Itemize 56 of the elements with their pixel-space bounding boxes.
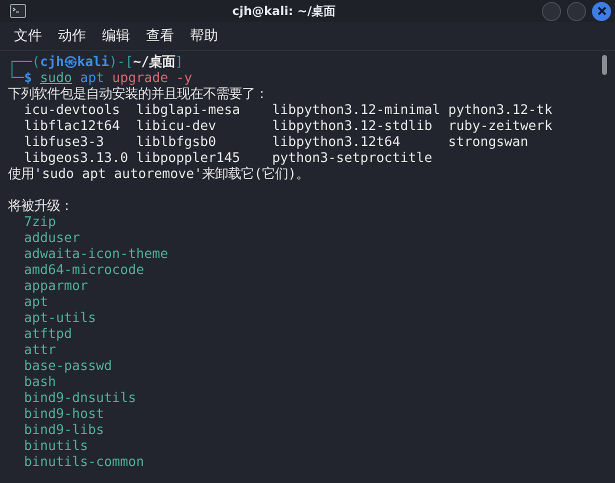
- output-text: 使用'sudo apt autoremove'来卸载它(它们)。: [8, 167, 310, 183]
- package-name: libpython3.12-minimal: [272, 103, 442, 119]
- output-text: 将被升级：: [8, 199, 73, 215]
- package-name: libpython3.12t64: [272, 135, 402, 151]
- menu-item[interactable]: 帮助: [190, 27, 218, 45]
- prompt-path: ~/桌面: [133, 55, 176, 71]
- menu-item[interactable]: 动作: [58, 27, 86, 45]
- command-word: sudo: [40, 71, 72, 87]
- output-text: 下列软件包是自动安装的并且现在不需要了：: [8, 87, 268, 103]
- prompt-dollar: $: [24, 71, 32, 87]
- prompt-frame: ┌──(: [8, 55, 40, 71]
- prompt-symbol: ㉿: [64, 55, 78, 71]
- package-name: libfuse3-3: [24, 135, 106, 151]
- close-icon: [596, 6, 606, 16]
- package-name: libpoppler145: [136, 151, 240, 167]
- prompt-host: kali: [77, 55, 110, 71]
- package-name: binutils: [24, 439, 88, 455]
- package-name: amd64-microcode: [24, 263, 144, 279]
- terminal-icon: [10, 4, 26, 18]
- package-name: attr: [24, 343, 56, 359]
- package-name: libpython3.12-stdlib: [272, 119, 434, 135]
- command-word: upgrade -y: [112, 71, 192, 86]
- menu-item[interactable]: 编辑: [102, 27, 130, 45]
- window-title: cjh@kali: ~/桌面: [231, 2, 337, 20]
- package-name: 7zip: [24, 215, 56, 231]
- prompt-frame: └─: [8, 71, 24, 87]
- prompt-frame: ]: [175, 55, 184, 71]
- package-name: python3-setproctitle: [272, 151, 434, 166]
- package-name: apt: [24, 295, 48, 311]
- command-word: apt: [80, 71, 104, 87]
- package-name: bind9-dnsutils: [24, 391, 136, 407]
- package-name: libgeos3.13.0: [24, 151, 130, 167]
- package-name: bash: [24, 375, 56, 391]
- package-name: apt-utils: [24, 311, 96, 327]
- package-name: liblbfgsb0: [136, 135, 218, 151]
- menu-item[interactable]: 文件: [14, 27, 42, 45]
- package-name: bind9-host: [24, 407, 104, 423]
- prompt-user: cjh: [40, 55, 64, 71]
- scrollbar-thumb[interactable]: [602, 55, 607, 75]
- package-name: ruby-zeitwerk: [448, 119, 554, 135]
- package-name: python3.12-tk: [448, 103, 554, 119]
- package-name: adduser: [24, 231, 80, 247]
- package-name: strongswan: [448, 135, 530, 151]
- package-name: binutils-common: [24, 455, 144, 471]
- package-name: libglapi-mesa: [136, 103, 242, 119]
- package-name: base-passwd: [24, 359, 112, 375]
- package-name: atftpd: [24, 327, 72, 343]
- package-name: libflac12t64: [24, 119, 122, 135]
- menu-item[interactable]: 查看: [146, 27, 174, 45]
- prompt-frame: )-[: [109, 55, 134, 71]
- package-name: bind9-libs: [24, 423, 104, 439]
- package-name: adwaita-icon-theme: [24, 247, 168, 263]
- close-button[interactable]: [592, 2, 611, 20]
- package-name: icu-devtools: [24, 103, 122, 119]
- package-name: apparmor: [24, 279, 88, 295]
- package-name: libicu-dev: [136, 119, 218, 135]
